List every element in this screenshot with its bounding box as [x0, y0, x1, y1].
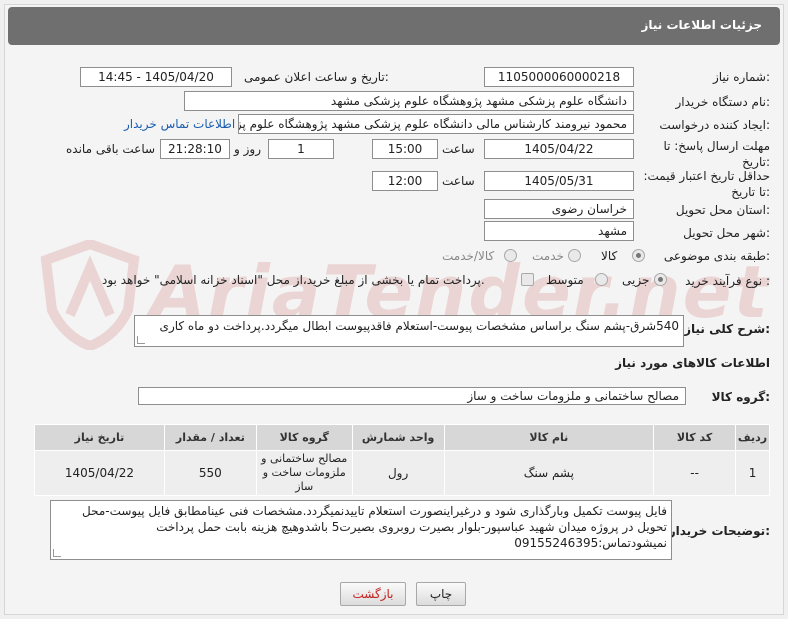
price-validity-date[interactable]: 1405/05/31: [484, 171, 634, 191]
reply-time-label: ساعت: [442, 142, 475, 156]
reply-days-field[interactable]: 1: [268, 139, 334, 159]
table-row[interactable]: 1 -- پشم سنگ رول مصالح ساختمانی و ملزوما…: [34, 450, 770, 496]
process-radio-minor[interactable]: [654, 273, 667, 286]
general-description-label: شرح کلی نیاز:: [684, 322, 770, 336]
remaining-time-field[interactable]: 21:28:10: [160, 139, 230, 159]
reply-deadline-time[interactable]: 15:00: [372, 139, 438, 159]
col-header-group: گروه کالا: [255, 424, 353, 451]
col-header-name: نام کالا: [443, 424, 655, 451]
buyer-contact-link[interactable]: اطلاعات تماس خریدار: [124, 117, 235, 131]
back-button[interactable]: بازگشت: [340, 582, 406, 606]
resize-handle-icon[interactable]: [53, 549, 61, 557]
category-label: طبقه بندی موضوعی:: [663, 249, 770, 263]
col-header-quantity: تعداد / مقدار: [163, 424, 257, 451]
announce-datetime-label: تاریخ و ساعت اعلان عمومی:: [244, 70, 389, 84]
goods-info-title: اطلاعات کالاهای مورد نیاز: [615, 356, 770, 370]
cell-name: پشم سنگ: [443, 450, 655, 496]
goods-table: ردیف کد کالا نام کالا واحد شمارش گروه کا…: [34, 424, 770, 496]
buyer-notes-text: فایل پیوست تکمیل وبارگذاری شود و درغیرای…: [82, 504, 667, 550]
reply-deadline-label: مهلت ارسال پاسخ: تا تاریخ:: [663, 139, 770, 169]
col-header-code: کد کالا: [653, 424, 737, 451]
need-number-field[interactable]: 1105000060000218: [484, 67, 634, 87]
process-option-minor: جزیی: [622, 273, 650, 287]
requester-label: ایجاد کننده درخواست:: [659, 118, 770, 132]
buyer-org-field[interactable]: دانشگاه علوم پزشکی مشهد پژوهشگاه علوم پز…: [184, 91, 634, 111]
process-radio-medium[interactable]: [595, 273, 608, 286]
delivery-city-field[interactable]: مشهد: [484, 221, 634, 241]
cell-need-date: 1405/04/22: [34, 450, 165, 496]
buyer-notes-field[interactable]: فایل پیوست تکمیل وبارگذاری شود و درغیرای…: [50, 500, 672, 560]
category-radio-goods[interactable]: [632, 249, 645, 262]
purchase-process-label: نوع فرآیند خرید :: [685, 274, 770, 288]
category-option-goods: کالا: [601, 249, 618, 263]
goods-table-header: ردیف کد کالا نام کالا واحد شمارش گروه کا…: [34, 424, 770, 451]
reply-deadline-date[interactable]: 1405/04/22: [484, 139, 634, 159]
category-radio-goods-service[interactable]: [504, 249, 517, 262]
process-option-medium: متوسط: [546, 273, 584, 287]
resize-handle-icon[interactable]: [137, 336, 145, 344]
buyer-org-label: نام دستگاه خریدار:: [675, 95, 771, 109]
cell-unit: رول: [351, 450, 445, 496]
general-description-text: 540شرق-پشم سنگ براساس مشخصات پیوست-استعل…: [159, 319, 679, 333]
price-time-label: ساعت: [442, 174, 475, 188]
col-header-row-number: ردیف: [735, 424, 770, 451]
requester-field[interactable]: محمود نیرومند کارشناس مالی دانشگاه علوم …: [238, 114, 634, 134]
cell-code: --: [653, 450, 737, 496]
announce-datetime-field[interactable]: 1405/04/20 - 14:45: [80, 67, 232, 87]
col-header-unit: واحد شمارش: [351, 424, 445, 451]
goods-group-label: گروه کالا:: [711, 390, 770, 404]
print-button[interactable]: چاپ: [416, 582, 466, 606]
delivery-province-field[interactable]: خراسان رضوی: [484, 199, 634, 219]
page-title: جزئیات اطلاعات نیاز: [641, 18, 762, 32]
general-description-field[interactable]: 540شرق-پشم سنگ براساس مشخصات پیوست-استعل…: [134, 315, 684, 347]
category-option-goods-service: کالا/خدمت: [442, 249, 495, 263]
category-radio-service[interactable]: [568, 249, 581, 262]
header-bar: جزئیات اطلاعات نیاز: [8, 7, 780, 45]
cell-row-number: 1: [735, 450, 770, 496]
category-option-service: خدمت: [532, 249, 564, 263]
remaining-time-label: ساعت باقی مانده: [66, 142, 156, 156]
delivery-city-label: شهر محل تحویل:: [683, 226, 770, 240]
treasury-payment-note: پرداخت تمام یا بخشی از مبلغ خرید،از محل …: [102, 273, 485, 287]
cell-quantity: 550: [163, 450, 257, 496]
col-header-need-date: تاریخ نیاز: [34, 424, 165, 451]
price-validity-label: حداقل تاریخ اعتبار قیمت: تا تاریخ:: [643, 169, 770, 199]
goods-group-field[interactable]: مصالح ساختمانی و ملزومات ساخت و ساز: [138, 387, 686, 405]
cell-group: مصالح ساختمانی و ملزومات ساخت و ساز: [255, 450, 353, 496]
delivery-province-label: استان محل تحویل:: [675, 203, 770, 217]
buyer-notes-label: توضیحات خریدار:: [668, 524, 770, 538]
treasury-payment-checkbox[interactable]: [521, 273, 534, 286]
days-label: روز و: [234, 142, 261, 156]
need-number-label: شماره نیاز:: [712, 70, 770, 84]
price-validity-time[interactable]: 12:00: [372, 171, 438, 191]
